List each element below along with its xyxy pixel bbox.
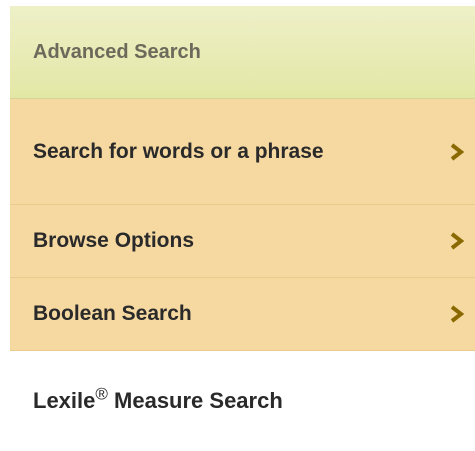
lexile-prefix: Lexile [33,388,96,413]
advanced-search-menu: Advanced Search Search for words or a ph… [10,6,475,451]
chevron-right-icon [450,232,465,250]
chevron-right-icon [450,305,465,323]
menu-header-title: Advanced Search [33,40,201,63]
menu-item-label: Lexile® Measure Search [33,386,363,413]
menu-item-search-words[interactable]: Search for words or a phrase [10,99,475,205]
menu-header: Advanced Search [10,6,475,99]
menu-item-boolean-search[interactable]: Boolean Search [10,278,475,351]
menu-item-browse-options[interactable]: Browse Options [10,205,475,278]
menu-item-label: Boolean Search [33,302,192,325]
menu-item-lexile-measure-search[interactable]: Lexile® Measure Search [10,351,475,451]
chevron-right-icon [450,142,465,161]
menu-item-label: Search for words or a phrase [33,139,324,163]
registered-symbol: ® [95,384,108,404]
menu-item-label: Browse Options [33,229,195,252]
lexile-suffix: Measure Search [107,388,283,413]
